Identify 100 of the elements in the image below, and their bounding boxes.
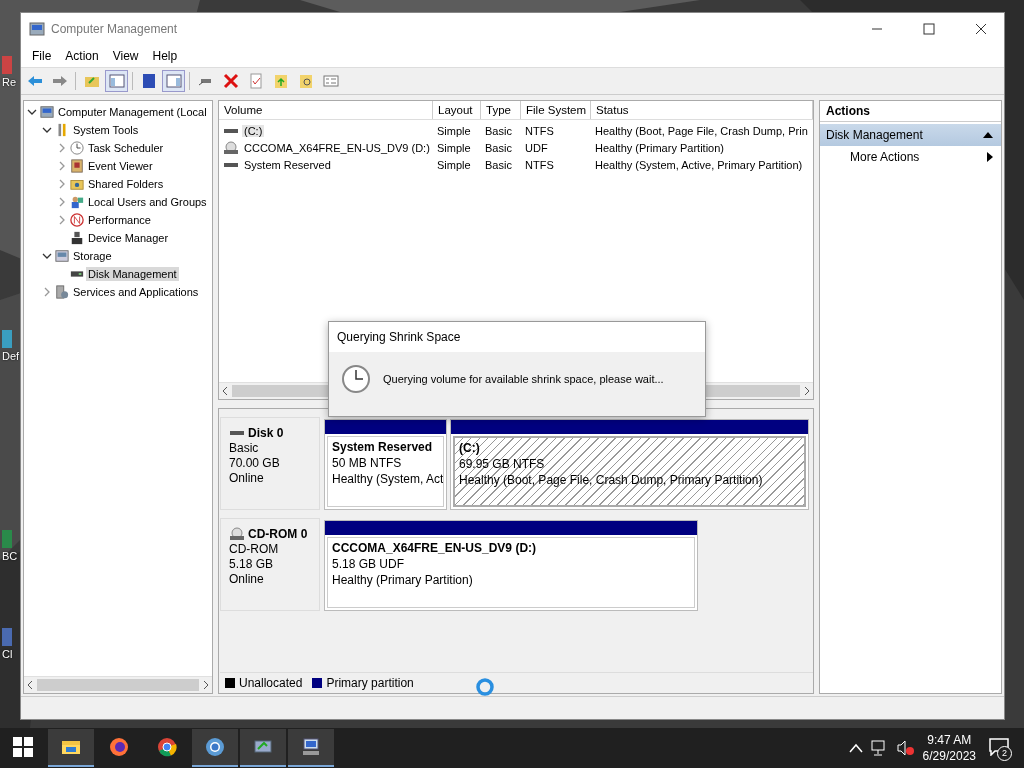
disk-detail: 70.00 GB (229, 456, 281, 470)
tree-item[interactable]: Event Viewer (86, 159, 155, 173)
taskbar-app[interactable] (240, 729, 286, 767)
action-item[interactable]: More Actions (820, 146, 1001, 168)
tree-item[interactable]: Local Users and Groups (86, 195, 209, 209)
clock-date[interactable]: 6/29/2023 (922, 748, 976, 764)
table-cell-text: Basic (484, 141, 513, 154)
ring-browser-icon (204, 736, 226, 758)
scroll-right-icon[interactable] (804, 387, 810, 395)
scrollbar[interactable] (24, 676, 212, 693)
table-cell[interactable]: CCCOMA_X64FRE_EN-US_DV9 (D:) (242, 141, 432, 154)
partition-status: Healthy (Boot, Page File, Crash Dump, Primary Partition) (459, 473, 764, 487)
desktop-icon-label[interactable]: Def (2, 350, 20, 362)
busy-cursor-icon (475, 677, 495, 697)
folder-up-icon (272, 73, 289, 89)
scroll-left-icon[interactable] (27, 681, 33, 689)
partition-name: CCCOMA_X64FRE_EN-US_DV9 (D:) (332, 541, 538, 555)
partition-block[interactable]: CCCOMA_X64FRE_EN-US_DV9 (D:) 5.18 GB UDF Healthy (Primary Partition) (324, 520, 698, 611)
partition-name: (C:) (459, 441, 481, 455)
tree-item[interactable]: Services and Applications (71, 285, 201, 299)
table-cell-text: NTFS (524, 158, 555, 171)
tree-item[interactable]: Performance (86, 213, 153, 227)
tree-item[interactable]: Shared Folders (86, 177, 166, 191)
column-header[interactable]: Volume (219, 101, 433, 119)
dialog-message: Querying volume for available shrink space, please wait... (383, 373, 664, 385)
disk-detail: Basic (229, 441, 260, 455)
services-icon (55, 285, 69, 299)
column-header[interactable]: Type (481, 101, 521, 119)
table-cell-text: Healthy (System, Active, Primary Partition) (594, 158, 804, 171)
tree-item[interactable]: Computer Management (Local (56, 105, 209, 119)
table-cell-text: Simple (436, 141, 472, 154)
disc-drive-icon (229, 527, 245, 541)
table-cell-text: Simple (436, 124, 472, 137)
table-cell-text: Healthy (Primary Partition) (594, 141, 725, 154)
disk-detail: CD-ROM (229, 542, 280, 556)
tree-item[interactable]: Device Manager (86, 231, 171, 245)
tree-item[interactable]: System Tools (71, 123, 141, 137)
menu-item[interactable]: File (25, 49, 59, 63)
close-icon (222, 73, 239, 89)
menu-item[interactable]: View (105, 49, 146, 63)
maximize-icon (923, 23, 935, 35)
forward-arrow-icon (51, 73, 68, 89)
partition-size: 69.95 GB NTFS (459, 457, 546, 471)
table-cell-text: Basic (484, 158, 513, 171)
panel-icon (165, 73, 182, 89)
tree-item[interactable]: Disk Management (86, 267, 179, 281)
clock-time[interactable]: 9:47 AM (927, 732, 972, 748)
close-icon (975, 23, 987, 35)
partition-status: Healthy (Primary Partition) (332, 573, 474, 587)
partition-size: 5.18 GB UDF (332, 557, 406, 571)
tree-item[interactable]: Storage (71, 249, 114, 263)
message-icon (989, 737, 1009, 756)
clock-icon (70, 141, 84, 155)
menu-item[interactable]: Help (145, 49, 185, 63)
users-icon (70, 195, 84, 209)
action-pane-button[interactable] (162, 70, 185, 92)
notifications-button[interactable]: 2 (984, 733, 1014, 763)
computer-icon (40, 105, 54, 119)
taskbar-app[interactable] (48, 729, 94, 767)
table-cell-text: Healthy (Boot, Page File, Crash Dump, Prin (594, 124, 809, 137)
console-tree-button[interactable] (105, 70, 128, 92)
table-cell[interactable]: System Reserved (242, 158, 333, 171)
browser-icon (156, 736, 178, 758)
back-arrow-icon (26, 73, 43, 89)
table-cell-text: Basic (484, 124, 513, 137)
tree-item[interactable]: Task Scheduler (86, 141, 166, 155)
shared-folder-icon (70, 177, 84, 191)
table-cell-text: UDF (524, 141, 549, 154)
desktop-icon-label[interactable]: BC (2, 550, 18, 562)
partition-block[interactable]: (C:) 69.95 GB NTFS Healthy (Boot, Page File, Crash Dump, Primary Partition) (450, 419, 809, 510)
dialog-title: Querying Shrink Space (329, 322, 705, 352)
partition-block[interactable]: System Reserved 50 MB NTFS Healthy (System, Act (324, 419, 447, 510)
clock-icon (341, 364, 371, 394)
disk-name: CD-ROM 0 (248, 527, 308, 541)
storage-icon (55, 249, 69, 263)
chevron-up-icon[interactable] (848, 743, 863, 753)
computer-icon (29, 21, 45, 37)
computer-icon (300, 736, 322, 758)
column-header[interactable]: Status (591, 101, 813, 119)
column-header[interactable]: Layout (433, 101, 481, 119)
action-section[interactable]: Disk Management (820, 124, 1001, 146)
menu-item[interactable]: Action (58, 49, 106, 63)
taskbar-app[interactable] (288, 729, 334, 767)
gauge-icon (70, 213, 84, 227)
fox-browser-icon (108, 736, 130, 758)
disc-drive-icon (223, 140, 239, 155)
scroll-left-icon[interactable] (222, 387, 228, 395)
pane-title: Actions (820, 101, 1001, 122)
column-header[interactable]: File System (521, 101, 591, 119)
table-cell[interactable]: (C:) (242, 124, 265, 137)
checklist-icon (247, 73, 264, 89)
desktop-icon-label[interactable]: Re (2, 76, 17, 88)
folder-search-icon (297, 73, 314, 89)
log-book-icon (70, 159, 84, 173)
desktop-icon-label[interactable]: Cl (2, 648, 13, 660)
partition-name: System Reserved (332, 440, 434, 454)
volume-muted-icon[interactable] (896, 740, 915, 756)
legend-label: Unallocated (239, 676, 303, 690)
taskbar-app[interactable] (192, 729, 238, 767)
scroll-right-icon[interactable] (203, 681, 209, 689)
